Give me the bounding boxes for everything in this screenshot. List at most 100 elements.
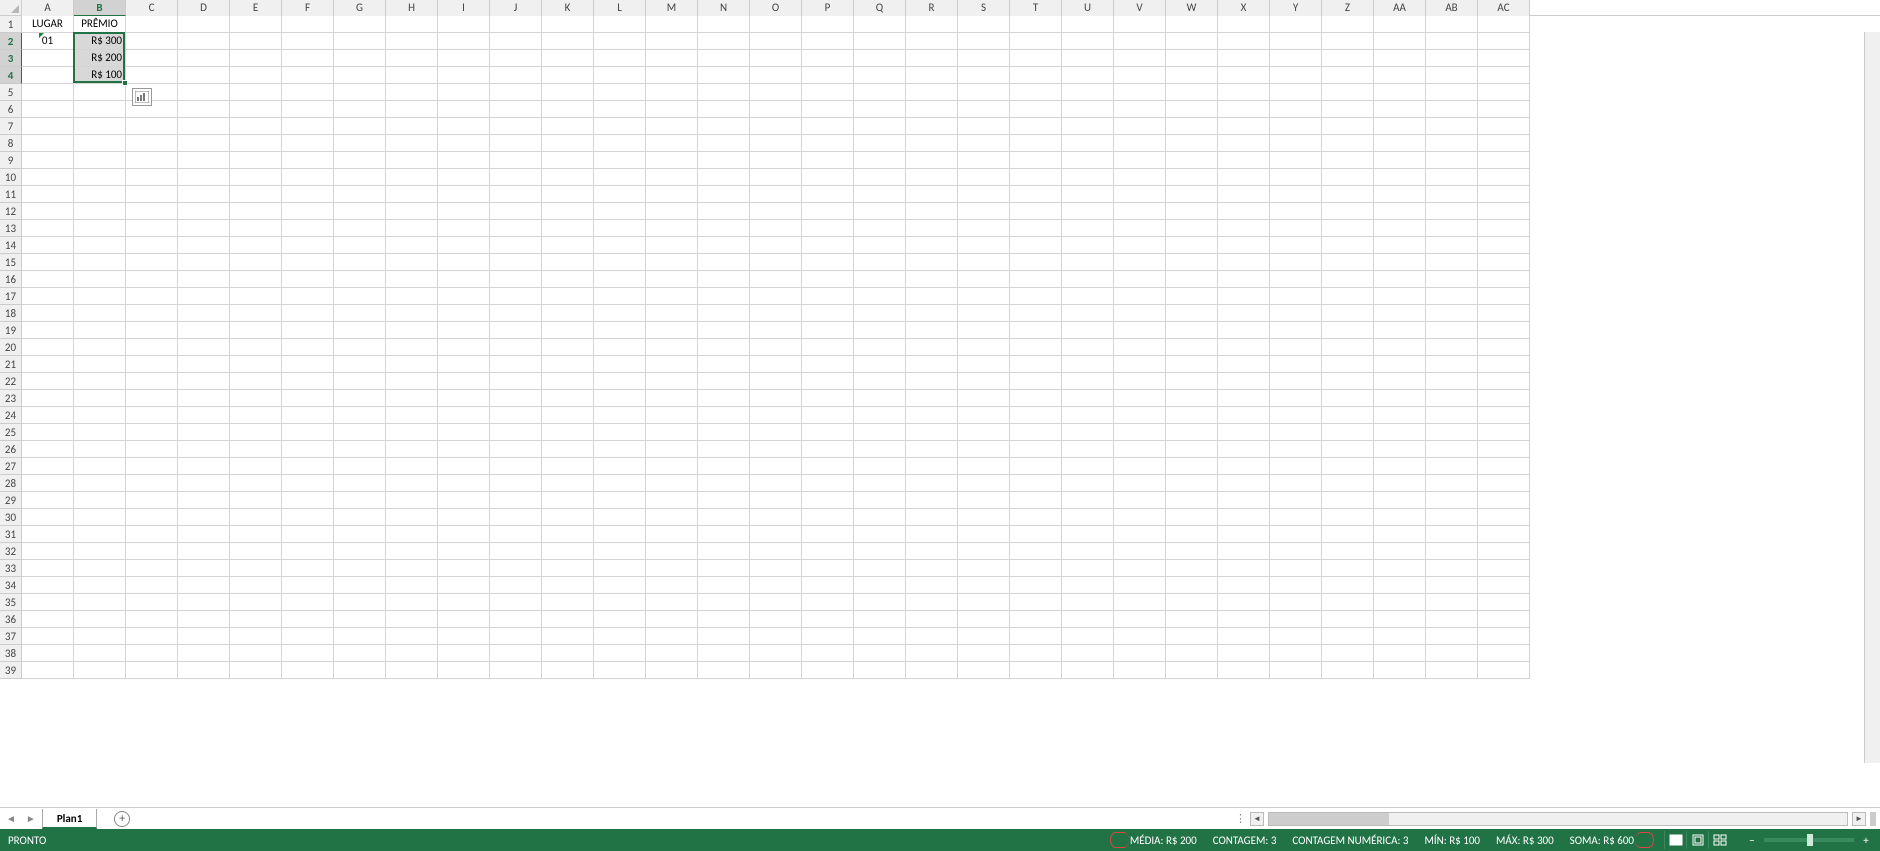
cell-F24[interactable]	[282, 407, 334, 424]
cell-Z33[interactable]	[1322, 560, 1374, 577]
cell-AB29[interactable]	[1426, 492, 1478, 509]
cell-Z11[interactable]	[1322, 186, 1374, 203]
cell-O9[interactable]	[750, 152, 802, 169]
cell-G37[interactable]	[334, 628, 386, 645]
cell-L10[interactable]	[594, 169, 646, 186]
cell-F16[interactable]	[282, 271, 334, 288]
cell-F8[interactable]	[282, 135, 334, 152]
cell-O28[interactable]	[750, 475, 802, 492]
cell-F25[interactable]	[282, 424, 334, 441]
cell-AC38[interactable]	[1478, 645, 1530, 662]
cell-R39[interactable]	[906, 662, 958, 679]
cell-U15[interactable]	[1062, 254, 1114, 271]
cell-F32[interactable]	[282, 543, 334, 560]
cell-X25[interactable]	[1218, 424, 1270, 441]
cell-U33[interactable]	[1062, 560, 1114, 577]
cell-AC19[interactable]	[1478, 322, 1530, 339]
row-header-15[interactable]: 15	[0, 254, 22, 271]
cell-E15[interactable]	[230, 254, 282, 271]
cell-AA14[interactable]	[1374, 237, 1426, 254]
cell-X29[interactable]	[1218, 492, 1270, 509]
cell-D34[interactable]	[178, 577, 230, 594]
cell-S30[interactable]	[958, 509, 1010, 526]
cell-E33[interactable]	[230, 560, 282, 577]
cell-S7[interactable]	[958, 118, 1010, 135]
cell-Q9[interactable]	[854, 152, 906, 169]
cell-A37[interactable]	[22, 628, 74, 645]
cell-E17[interactable]	[230, 288, 282, 305]
cell-D18[interactable]	[178, 305, 230, 322]
cell-X36[interactable]	[1218, 611, 1270, 628]
cell-C2[interactable]	[126, 33, 178, 50]
cell-V24[interactable]	[1114, 407, 1166, 424]
cell-D8[interactable]	[178, 135, 230, 152]
cell-E19[interactable]	[230, 322, 282, 339]
cell-E12[interactable]	[230, 203, 282, 220]
cell-N3[interactable]	[698, 50, 750, 67]
cell-AB36[interactable]	[1426, 611, 1478, 628]
cell-AB19[interactable]	[1426, 322, 1478, 339]
cell-V6[interactable]	[1114, 101, 1166, 118]
cell-W5[interactable]	[1166, 84, 1218, 101]
cell-T11[interactable]	[1010, 186, 1062, 203]
cell-M19[interactable]	[646, 322, 698, 339]
cell-S15[interactable]	[958, 254, 1010, 271]
cell-K33[interactable]	[542, 560, 594, 577]
cell-O36[interactable]	[750, 611, 802, 628]
cell-T32[interactable]	[1010, 543, 1062, 560]
cell-E35[interactable]	[230, 594, 282, 611]
cell-X37[interactable]	[1218, 628, 1270, 645]
cell-J35[interactable]	[490, 594, 542, 611]
cell-U11[interactable]	[1062, 186, 1114, 203]
row-header-4[interactable]: 4	[0, 67, 22, 84]
cell-K19[interactable]	[542, 322, 594, 339]
cell-K21[interactable]	[542, 356, 594, 373]
cell-E18[interactable]	[230, 305, 282, 322]
cell-B34[interactable]	[74, 577, 126, 594]
cell-Z4[interactable]	[1322, 67, 1374, 84]
cell-D2[interactable]	[178, 33, 230, 50]
cell-C12[interactable]	[126, 203, 178, 220]
cell-S2[interactable]	[958, 33, 1010, 50]
cell-Z21[interactable]	[1322, 356, 1374, 373]
cell-F11[interactable]	[282, 186, 334, 203]
cell-K7[interactable]	[542, 118, 594, 135]
zoom-slider[interactable]	[1764, 838, 1854, 842]
cell-H2[interactable]	[386, 33, 438, 50]
cell-P28[interactable]	[802, 475, 854, 492]
cell-U7[interactable]	[1062, 118, 1114, 135]
cell-E39[interactable]	[230, 662, 282, 679]
cell-W36[interactable]	[1166, 611, 1218, 628]
cell-W20[interactable]	[1166, 339, 1218, 356]
cell-I36[interactable]	[438, 611, 490, 628]
cell-M3[interactable]	[646, 50, 698, 67]
cell-C18[interactable]	[126, 305, 178, 322]
cell-G8[interactable]	[334, 135, 386, 152]
cell-H31[interactable]	[386, 526, 438, 543]
cell-C35[interactable]	[126, 594, 178, 611]
cell-L35[interactable]	[594, 594, 646, 611]
cell-X33[interactable]	[1218, 560, 1270, 577]
cell-G21[interactable]	[334, 356, 386, 373]
cell-C15[interactable]	[126, 254, 178, 271]
cell-Z34[interactable]	[1322, 577, 1374, 594]
cell-W21[interactable]	[1166, 356, 1218, 373]
cell-AA38[interactable]	[1374, 645, 1426, 662]
cell-M8[interactable]	[646, 135, 698, 152]
cell-E22[interactable]	[230, 373, 282, 390]
cell-AC21[interactable]	[1478, 356, 1530, 373]
cell-P24[interactable]	[802, 407, 854, 424]
view-page-layout-icon[interactable]	[1686, 831, 1708, 849]
cell-H19[interactable]	[386, 322, 438, 339]
cell-AC36[interactable]	[1478, 611, 1530, 628]
cell-E37[interactable]	[230, 628, 282, 645]
cell-E11[interactable]	[230, 186, 282, 203]
cell-V37[interactable]	[1114, 628, 1166, 645]
cell-X30[interactable]	[1218, 509, 1270, 526]
cell-Y27[interactable]	[1270, 458, 1322, 475]
cell-S10[interactable]	[958, 169, 1010, 186]
row-header-29[interactable]: 29	[0, 492, 22, 509]
cell-P14[interactable]	[802, 237, 854, 254]
cell-Y20[interactable]	[1270, 339, 1322, 356]
cell-Q5[interactable]	[854, 84, 906, 101]
